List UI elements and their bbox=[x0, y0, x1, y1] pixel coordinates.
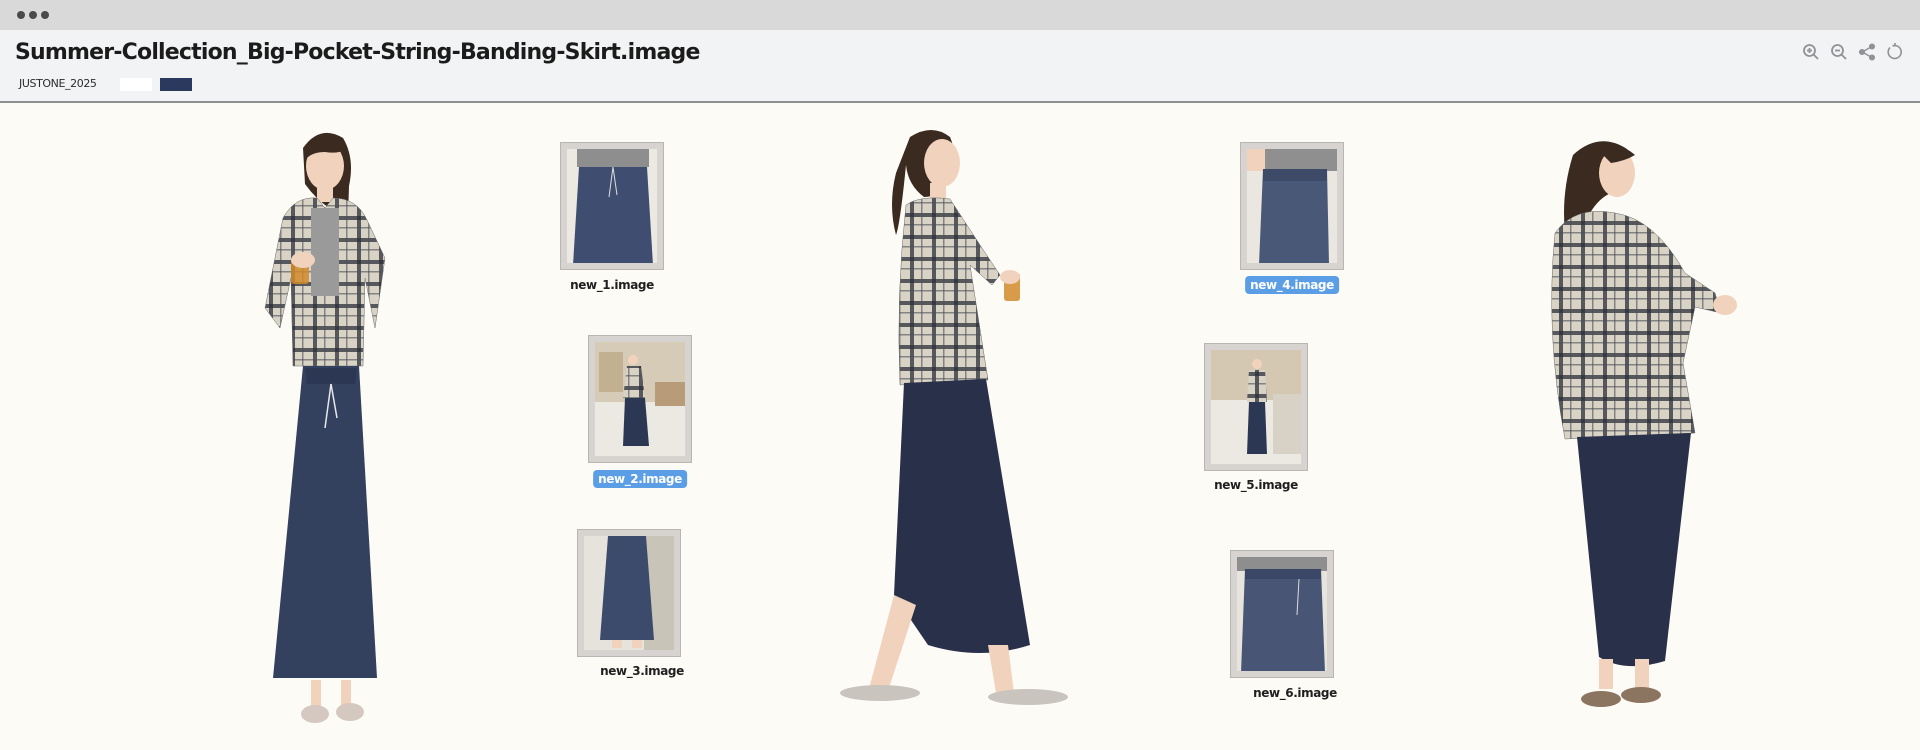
window-dot-1[interactable] bbox=[17, 11, 25, 19]
model-photo-front[interactable] bbox=[225, 128, 425, 740]
thumbnail-1-image bbox=[573, 149, 653, 263]
zoom-in-icon bbox=[1803, 44, 1819, 60]
image-canvas: new_1.image new_2.image new_3.image new_… bbox=[0, 103, 1920, 750]
brand-subtitle: JUSTONE_2025 bbox=[19, 77, 97, 90]
thumbnail-label-selected[interactable]: new_4.image bbox=[1245, 276, 1339, 294]
thumbnail-5-image bbox=[1211, 350, 1301, 464]
thumbnail-4[interactable] bbox=[1240, 142, 1344, 270]
thumbnail-3-image bbox=[600, 536, 674, 650]
thumbnail-4-image bbox=[1247, 149, 1337, 263]
model-photo-back[interactable] bbox=[1515, 133, 1755, 733]
zoom-out-icon bbox=[1831, 44, 1847, 60]
share-button[interactable] bbox=[1856, 41, 1878, 63]
viewer-header: Summer-Collection_Big-Pocket-String-Band… bbox=[0, 30, 1920, 103]
color-swatch-white[interactable] bbox=[120, 78, 152, 91]
zoom-out-button[interactable] bbox=[1828, 41, 1850, 63]
window-dot-2[interactable] bbox=[29, 11, 37, 19]
thumbnail-label[interactable]: new_3.image bbox=[600, 664, 684, 678]
thumbnail-3[interactable] bbox=[577, 529, 681, 657]
thumbnail-2-image bbox=[595, 342, 685, 456]
thumbnail-label[interactable]: new_1.image bbox=[570, 278, 654, 292]
share-icon bbox=[1858, 43, 1876, 61]
thumbnail-6-image bbox=[1237, 557, 1327, 671]
rotate-icon bbox=[1887, 43, 1902, 60]
window-titlebar bbox=[0, 0, 1920, 30]
thumbnail-1[interactable] bbox=[560, 142, 664, 270]
model-photo-side[interactable] bbox=[800, 125, 1075, 725]
zoom-in-button[interactable] bbox=[1800, 41, 1822, 63]
thumbnail-label-selected[interactable]: new_2.image bbox=[593, 470, 687, 488]
thumbnail-5[interactable] bbox=[1204, 343, 1308, 471]
reset-rotate-button[interactable] bbox=[1884, 41, 1906, 63]
color-swatch-navy[interactable] bbox=[160, 78, 192, 91]
window-dot-3[interactable] bbox=[41, 11, 49, 19]
thumbnail-label[interactable]: new_5.image bbox=[1214, 478, 1298, 492]
page-title: Summer-Collection_Big-Pocket-String-Band… bbox=[15, 40, 700, 65]
thumbnail-2[interactable] bbox=[588, 335, 692, 463]
thumbnail-6[interactable] bbox=[1230, 550, 1334, 678]
thumbnail-label[interactable]: new_6.image bbox=[1253, 686, 1337, 700]
